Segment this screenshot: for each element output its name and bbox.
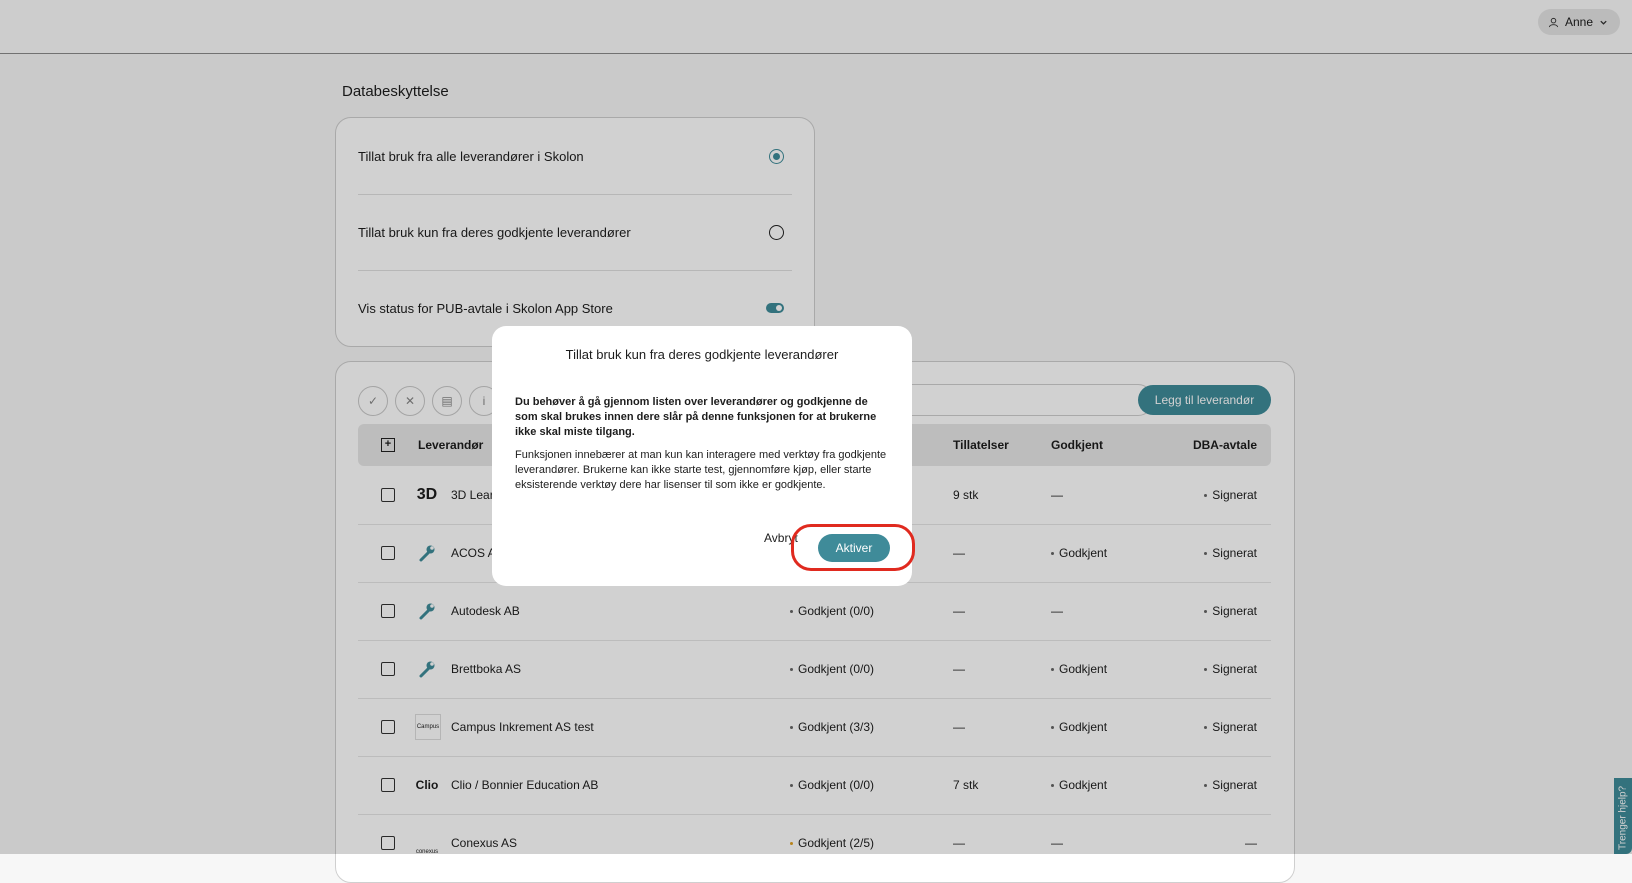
dialog-title: Tillat bruk kun fra deres godkjente leve…: [565, 347, 839, 362]
dialog-warning-text: Du behøver å gå gjennom listen over leve…: [515, 396, 877, 438]
activate-button-highlight: [791, 524, 915, 571]
dialog-body-text: Funksjonen innebærer at man kun kan inte…: [515, 449, 887, 491]
